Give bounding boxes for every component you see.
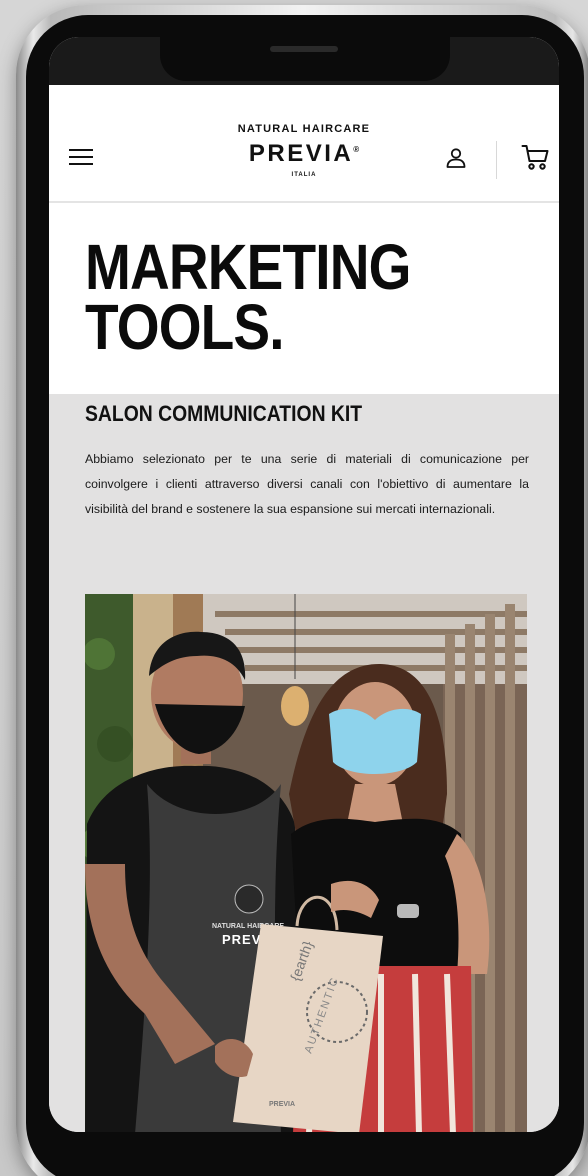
page-title: MARKETING TOOLS. xyxy=(85,231,411,363)
phone-speaker xyxy=(270,46,338,52)
registered-mark: ® xyxy=(353,145,360,154)
hamburger-icon[interactable] xyxy=(69,149,93,167)
brand-logo[interactable]: NATURAL HAIRCARE PREVIA® ITALIA xyxy=(199,123,409,178)
page-title-line-2: TOOLS. xyxy=(85,291,285,363)
site-header: NATURAL HAIRCARE PREVIA® ITALIA xyxy=(49,115,559,203)
intro-paragraph: Abbiamo selezionato per te una serie di … xyxy=(85,452,529,516)
user-icon[interactable] xyxy=(445,147,467,169)
salon-photo: NATURAL HAIRCARE PREVIA {earth} AUTHENTI… xyxy=(85,594,527,1132)
bag-text-brand: PREVIA xyxy=(269,1101,295,1108)
salon-photo-illustration: NATURAL HAIRCARE PREVIA {earth} AUTHENTI… xyxy=(85,594,527,1132)
header-divider xyxy=(496,141,497,179)
logo-brand-text: PREVIA xyxy=(248,140,354,167)
phone-screen: NATURAL HAIRCARE PREVIA® ITALIA MARKETIN… xyxy=(49,37,559,1132)
browser-top-strip xyxy=(49,85,559,116)
logo-brand: PREVIA® xyxy=(199,140,409,168)
logo-tagline: NATURAL HAIRCARE xyxy=(237,123,371,135)
section-heading: SALON COMMUNICATION KIT xyxy=(85,401,363,426)
cart-icon[interactable] xyxy=(521,143,549,171)
stage: NATURAL HAIRCARE PREVIA® ITALIA MARKETIN… xyxy=(0,0,588,1176)
phone-notch xyxy=(160,36,450,81)
logo-country: ITALIA xyxy=(291,172,317,178)
page-title-line-1: MARKETING xyxy=(85,231,411,303)
